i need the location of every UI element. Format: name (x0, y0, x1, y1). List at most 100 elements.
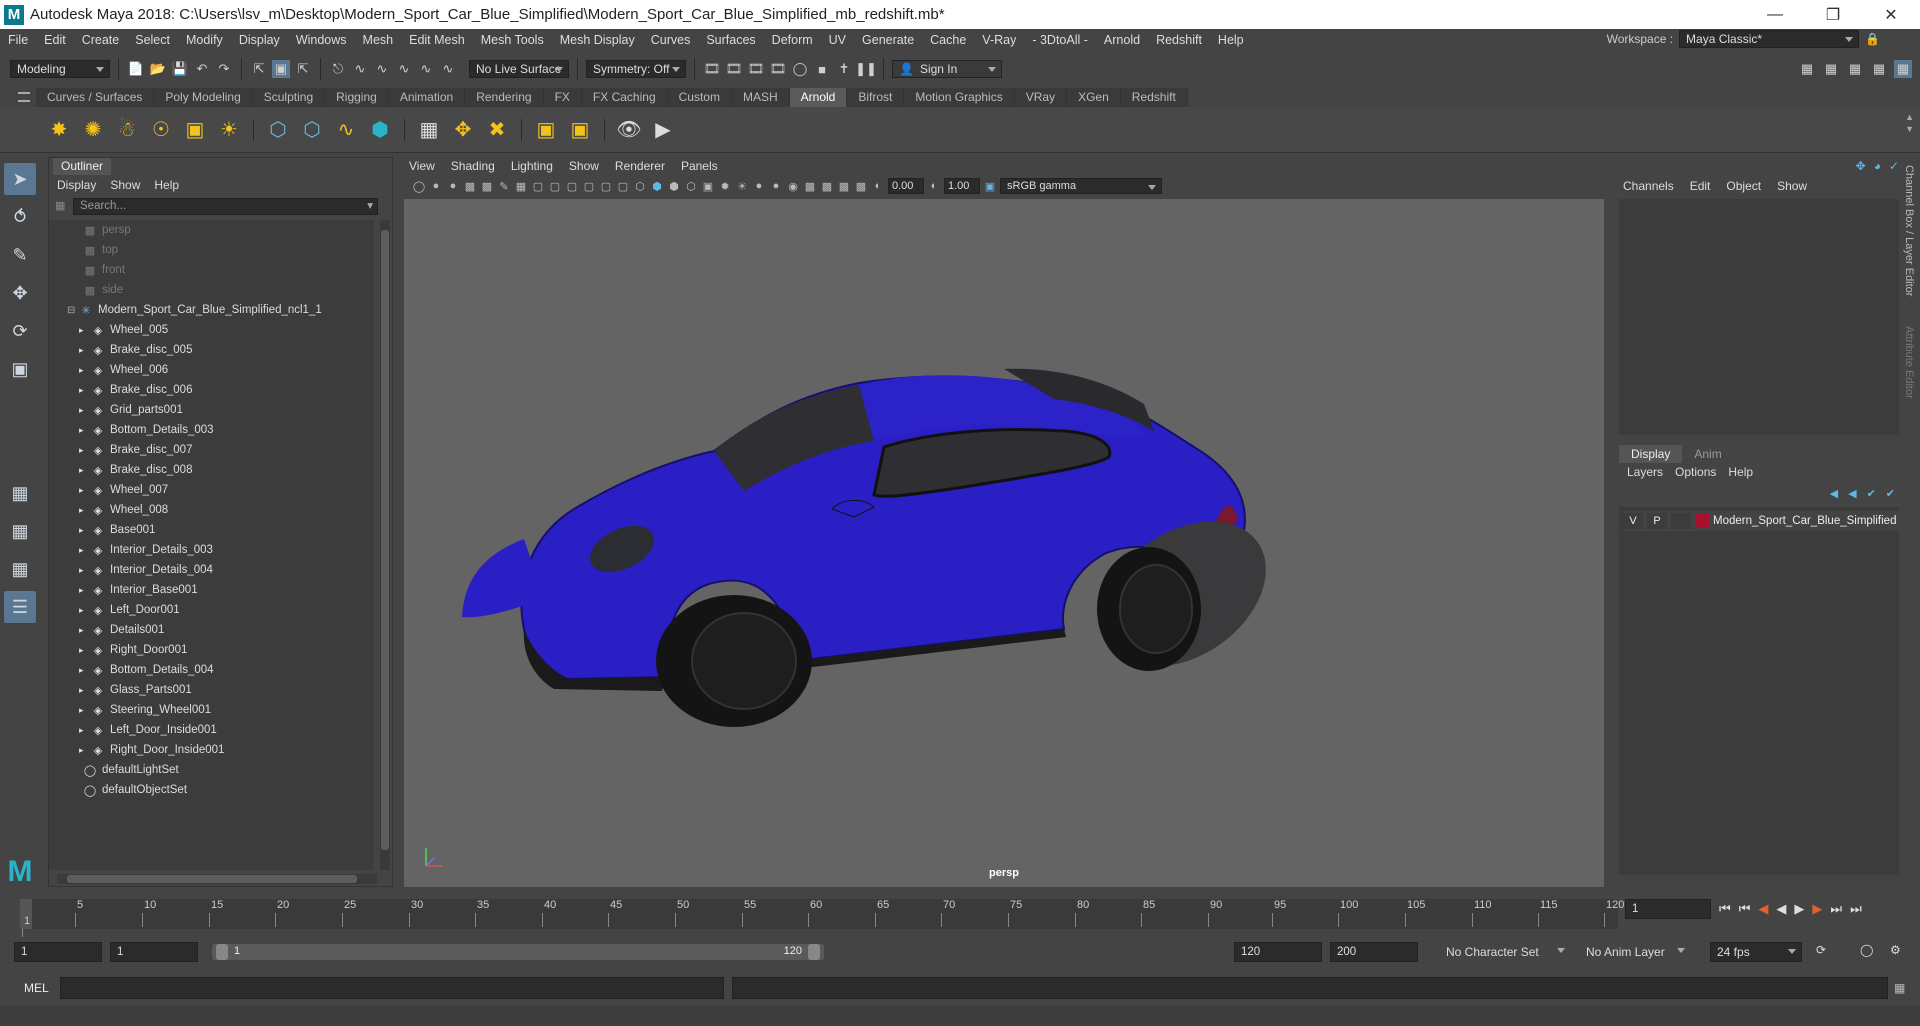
field-chart-icon[interactable]: ▢ (582, 179, 596, 193)
menu-edit-mesh[interactable]: Edit Mesh (401, 33, 473, 47)
live-surface-field[interactable]: No Live Surface (469, 60, 569, 78)
bookmark-icon[interactable]: ● (446, 179, 460, 193)
tool-settings-icon[interactable]: ▦ (1870, 60, 1888, 78)
tree-item-mesh[interactable]: ▸ ◈ Steering_Wheel001 (49, 700, 374, 720)
menu-display[interactable]: Display (231, 33, 288, 47)
light-manager-icon[interactable]: ▣ (532, 116, 560, 144)
playback-end-input[interactable]: 120 (1234, 942, 1322, 962)
menu-edit[interactable]: Edit (36, 33, 74, 47)
tab-curves-surfaces[interactable]: Curves / Surfaces (36, 88, 155, 107)
tree-item-mesh[interactable]: ▸ ◈ Wheel_007 (49, 480, 374, 500)
grid-toggle-icon[interactable]: ▦ (514, 179, 528, 193)
step-back-frame-icon[interactable]: ◀ (1758, 901, 1768, 917)
safe-title-icon[interactable]: ▢ (616, 179, 630, 193)
channel-box-icon[interactable]: ▦ (1894, 60, 1912, 78)
snap-point-icon[interactable]: ∿ (373, 60, 391, 78)
go-to-start-icon[interactable]: ⏮ (1719, 901, 1731, 917)
gate-mask-icon[interactable]: ▢ (565, 179, 579, 193)
expand-icon[interactable]: ▸ (79, 605, 91, 616)
close-icon[interactable]: ✕ (1862, 0, 1920, 29)
arnold-render-icon[interactable]: ■ (813, 60, 831, 78)
expand-icon[interactable]: ▸ (79, 345, 91, 356)
expand-icon[interactable]: ▸ (79, 405, 91, 416)
undo-icon[interactable]: ↶ (193, 60, 211, 78)
open-scene-icon[interactable]: 📂 (149, 60, 167, 78)
fps-dropdown[interactable]: 24 fps (1710, 942, 1802, 962)
pause-icon[interactable]: ❚❚ (855, 60, 877, 78)
tab-motion-graphics[interactable]: Motion Graphics (904, 88, 1015, 107)
tree-item-camera[interactable]: ▩ front (49, 260, 374, 280)
car-model[interactable] (404, 199, 1604, 887)
physical-sky-icon[interactable]: ☀ (215, 116, 243, 144)
viewport-menu-renderer[interactable]: Renderer (615, 159, 665, 173)
playback-start-input[interactable]: 1 (110, 942, 198, 962)
current-frame-input[interactable]: 1 (1625, 899, 1711, 919)
outliner-tab[interactable]: Outliner (53, 158, 112, 175)
range-slider[interactable]: 1 120 (212, 944, 824, 960)
viewport-canvas[interactable]: persp (404, 199, 1604, 887)
layer-menu-options[interactable]: Options (1675, 465, 1716, 479)
expand-icon[interactable]: ▸ (79, 665, 91, 676)
move-tool-icon[interactable]: ✥ (4, 277, 36, 309)
exposure-input[interactable]: 0.00 (888, 178, 924, 194)
step-forward-key-icon[interactable]: ⏭ (1830, 901, 1842, 917)
tab-xgen[interactable]: XGen (1067, 88, 1121, 107)
camera-attributes-icon[interactable]: ● (429, 179, 443, 193)
viewport-menu-view[interactable]: View (409, 159, 435, 173)
mode-dropdown[interactable]: Modeling (10, 60, 110, 78)
skydome-light-icon[interactable]: ☉ (147, 116, 175, 144)
menu-mesh-tools[interactable]: Mesh Tools (473, 33, 552, 47)
range-start-handle[interactable] (216, 944, 228, 960)
expand-icon[interactable]: ▸ (79, 425, 91, 436)
tree-item-mesh[interactable]: ▸ ◈ Wheel_005 (49, 320, 374, 340)
expand-icon[interactable]: ▸ (79, 565, 91, 576)
layer-menu-layers[interactable]: Layers (1627, 465, 1663, 479)
mesh-light-icon[interactable]: ✺ (79, 116, 107, 144)
modeling-toolkit-icon[interactable]: ▦ (1798, 60, 1816, 78)
character-set-dropdown[interactable]: No Character Set (1440, 942, 1570, 962)
loop-icon[interactable]: ⟳ (1816, 943, 1826, 957)
tree-item-mesh[interactable]: ▸ ◈ Right_Door_Inside001 (49, 740, 374, 760)
select-component-icon[interactable]: ⇱ (294, 60, 312, 78)
snap-surface-icon[interactable]: ∿ (417, 60, 435, 78)
expand-icon[interactable]: ▸ (79, 745, 91, 756)
light-portal-icon[interactable]: ▣ (181, 116, 209, 144)
menu-3dtoall[interactable]: - 3DtoAll - (1024, 33, 1096, 47)
expand-icon[interactable]: ▸ (79, 505, 91, 516)
viewport-menu-lighting[interactable]: Lighting (511, 159, 553, 173)
hypershade-icon[interactable]: ◯ (791, 60, 809, 78)
outliner-hscrollbar[interactable] (57, 874, 377, 884)
expand-icon[interactable]: ▸ (79, 385, 91, 396)
cb-menu-edit[interactable]: Edit (1690, 179, 1711, 193)
sign-in-button[interactable]: 👤 Sign In (892, 60, 1002, 78)
camera-select-icon[interactable]: ◯ (412, 179, 426, 193)
menu-select[interactable]: Select (127, 33, 178, 47)
expand-icon[interactable]: ▸ (79, 645, 91, 656)
tab-fx[interactable]: FX (543, 88, 582, 107)
render-frame-icon[interactable]: 🎞 (725, 60, 743, 78)
cb-menu-channels[interactable]: Channels (1623, 179, 1674, 193)
tab-bifrost[interactable]: Bifrost (847, 88, 905, 107)
outliner-menu-help[interactable]: Help (154, 178, 179, 192)
viewport-menu-panels[interactable]: Panels (681, 159, 718, 173)
menu-windows[interactable]: Windows (288, 33, 355, 47)
expand-icon[interactable]: ▸ (79, 365, 91, 376)
grease-pencil-icon[interactable]: ✎ (497, 179, 511, 193)
expand-icon[interactable]: ▸ (79, 685, 91, 696)
go-to-end-icon[interactable]: ⏭ (1850, 901, 1862, 917)
ambient-occlusion-icon[interactable]: ● (752, 179, 766, 193)
tab-rigging[interactable]: Rigging (325, 88, 389, 107)
lock-icon[interactable]: 🔒 (1865, 32, 1880, 46)
viewport-menu-show[interactable]: Show (569, 159, 599, 173)
menu-cache[interactable]: Cache (922, 33, 974, 47)
tree-item-mesh[interactable]: ▸ ◈ Grid_parts001 (49, 400, 374, 420)
render-view-icon[interactable]: 🎞 (703, 60, 721, 78)
menu-mesh[interactable]: Mesh (355, 33, 402, 47)
menu-curves[interactable]: Curves (643, 33, 699, 47)
layer-type-toggle[interactable] (1671, 513, 1691, 529)
expand-icon[interactable]: ▸ (79, 545, 91, 556)
expand-icon[interactable]: ▸ (79, 465, 91, 476)
outliner-menu-show[interactable]: Show (110, 178, 140, 192)
menu-file[interactable]: File (0, 33, 36, 47)
volume-icon[interactable]: ⬡ (298, 116, 326, 144)
